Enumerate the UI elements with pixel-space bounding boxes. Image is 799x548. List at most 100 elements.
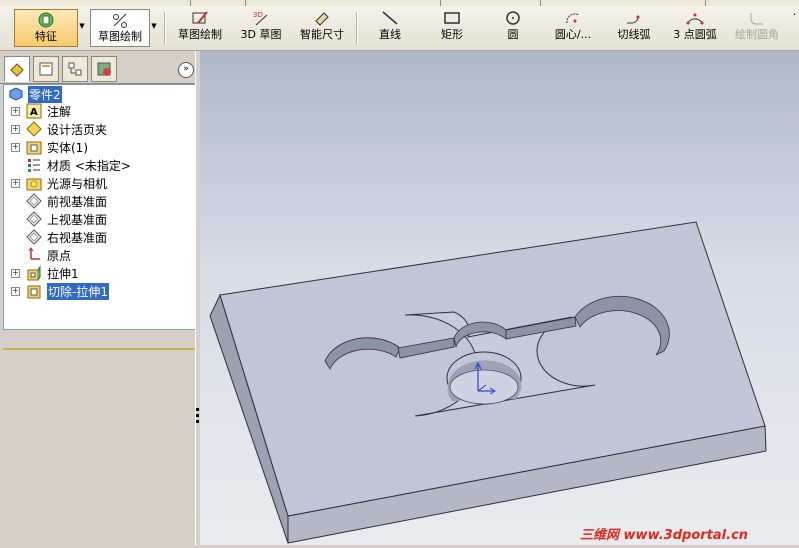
plane-icon [26,211,42,227]
tangent-arc-label: 切线弧 [617,28,651,41]
three-point-arc-button[interactable]: 3 点圆弧 [668,8,722,46]
design-binder-icon [26,121,42,137]
sketch-dropdown-button[interactable]: ▼ [149,8,159,46]
tree-item-top-plane[interactable]: 上视基准面 [4,210,194,228]
extrude-icon [26,265,42,281]
sketch-button[interactable]: 草图绘制 [172,8,228,46]
circle-label: 圆 [507,28,519,41]
sketch-label: 草图绘制 [178,28,222,41]
toolbar-overflow[interactable]: · [790,8,799,46]
svg-text:A: A [30,107,38,118]
cut-extrude-icon [26,283,42,299]
tree-item-material[interactable]: 材质 <未指定> [4,156,194,174]
tab-display-manager[interactable] [91,56,117,82]
features-dropdown-button[interactable]: ▼ [77,8,87,46]
double-chevron-right-icon: » [183,64,189,74]
tree-item-lights-cameras[interactable]: + 光源与相机 [4,174,194,192]
three-point-arc-icon [685,8,705,28]
tangent-arc-icon [624,8,644,28]
tree-item-label: 前视基准面 [47,194,108,209]
expand-icon[interactable]: + [11,124,20,134]
features-tab-button[interactable]: 特征 [14,9,78,47]
smart-dimension-label: 智能尺寸 [300,28,344,41]
chevron-down-icon: ▼ [79,22,85,30]
svg-text:3D: 3D [253,11,263,19]
rectangle-button[interactable]: 矩形 [432,8,472,46]
centerpoint-arc-label: 圆心/... [554,28,592,41]
tree-item-label: 材质 <未指定> [47,158,131,173]
feature-manager-panel: » 零件2 + A 注解 + 设计活页夹 + 实体(1) 材质 <未指定> + [0,51,199,545]
tree-item-front-plane[interactable]: 前视基准面 [4,192,194,210]
sketch-3d-button[interactable]: 3D 3D 草图 [236,8,286,46]
tree-item-label: 光源与相机 [47,176,108,191]
site-watermark: 三维网 www.3dportal.cn [580,524,748,543]
circle-button[interactable]: 圆 [498,8,528,46]
expand-icon[interactable]: + [11,142,20,152]
line-label: 直线 [379,28,401,41]
part-icon [8,86,24,102]
solid-bodies-icon [26,139,42,155]
origin-icon [26,247,42,263]
line-icon [380,8,400,28]
sketch-fillet-label: 绘制圆角 [735,28,779,41]
sketch-3d-label: 3D 草图 [240,28,282,41]
three-point-arc-label: 3 点圆弧 [673,28,717,41]
sketch-tab-label: 草图绘制 [98,30,142,43]
tree-item-label: 实体(1) [47,140,88,155]
tree-item-label: 拉伸1 [47,266,79,281]
sketch-icon [190,8,210,28]
feature-tree: 零件2 + A 注解 + 设计活页夹 + 实体(1) 材质 <未指定> + 光源… [3,84,197,330]
rectangle-icon [442,8,462,28]
centerpoint-arc-button[interactable]: 圆心/... [545,8,601,46]
tab-property-manager[interactable] [33,56,59,82]
features-icon [36,10,56,30]
tangent-arc-button[interactable]: 切线弧 [612,8,656,46]
tree-item-annotations[interactable]: + A 注解 [4,102,194,120]
display-manager-icon [97,62,111,76]
tree-item-label: 右视基准面 [47,230,108,245]
splitter-grip-icon[interactable] [196,400,199,430]
centerpoint-arc-icon [563,8,583,28]
feature-tree-icon [10,63,24,77]
rectangle-label: 矩形 [441,28,463,41]
tree-item-label: 原点 [47,248,72,263]
graphics-area[interactable] [200,51,799,545]
circle-icon [503,8,523,28]
sketch-3d-icon: 3D [251,8,271,28]
rollback-bar[interactable] [3,348,195,350]
toolbar-separator [164,12,166,44]
tree-item-solid-bodies[interactable]: + 实体(1) [4,138,194,156]
tab-configuration-manager[interactable] [62,56,88,82]
expand-icon[interactable]: + [11,268,20,278]
tree-item-label: 切除-拉伸1 [47,282,109,300]
expand-panel-button[interactable]: » [178,62,194,78]
tree-item-right-plane[interactable]: 右视基准面 [4,228,194,246]
annotations-icon: A [26,103,42,119]
manager-tabs: » [0,51,199,84]
plane-icon [26,229,42,245]
tree-item-origin[interactable]: 原点 [4,246,194,264]
overflow-indicator: · [792,8,797,21]
line-button[interactable]: 直线 [370,8,410,46]
sketch-fillet-button[interactable]: 绘制圆角 [730,8,784,46]
sketch-tab-button[interactable]: 草图绘制 [90,9,150,47]
tree-item-extrude1[interactable]: + 拉伸1 [4,264,194,282]
smart-dimension-icon [312,8,332,28]
expand-icon[interactable]: + [11,106,20,116]
property-manager-icon [39,62,53,76]
configuration-manager-icon [68,62,82,76]
tab-feature-manager[interactable] [4,56,30,82]
lights-cameras-icon [26,175,42,191]
expand-icon[interactable]: + [11,286,20,296]
tree-item-design-binder[interactable]: + 设计活页夹 [4,120,194,138]
chevron-down-icon: ▼ [151,22,157,30]
expand-icon[interactable]: + [11,178,20,188]
smart-dimension-button[interactable]: 智能尺寸 [296,8,348,46]
plane-icon [26,193,42,209]
sketch-tab-icon [110,10,130,30]
tree-root[interactable]: 零件2 [4,85,194,103]
toolbar-separator [356,12,358,44]
command-manager-toolbar: 特征 ▼ 草图绘制 ▼ 草图绘制 3D 3D 草图 智能尺寸 直线 矩形 圆 圆… [0,6,799,51]
tree-item-cut-extrude1[interactable]: + 切除-拉伸1 [4,282,194,300]
part-model[interactable] [200,51,799,545]
